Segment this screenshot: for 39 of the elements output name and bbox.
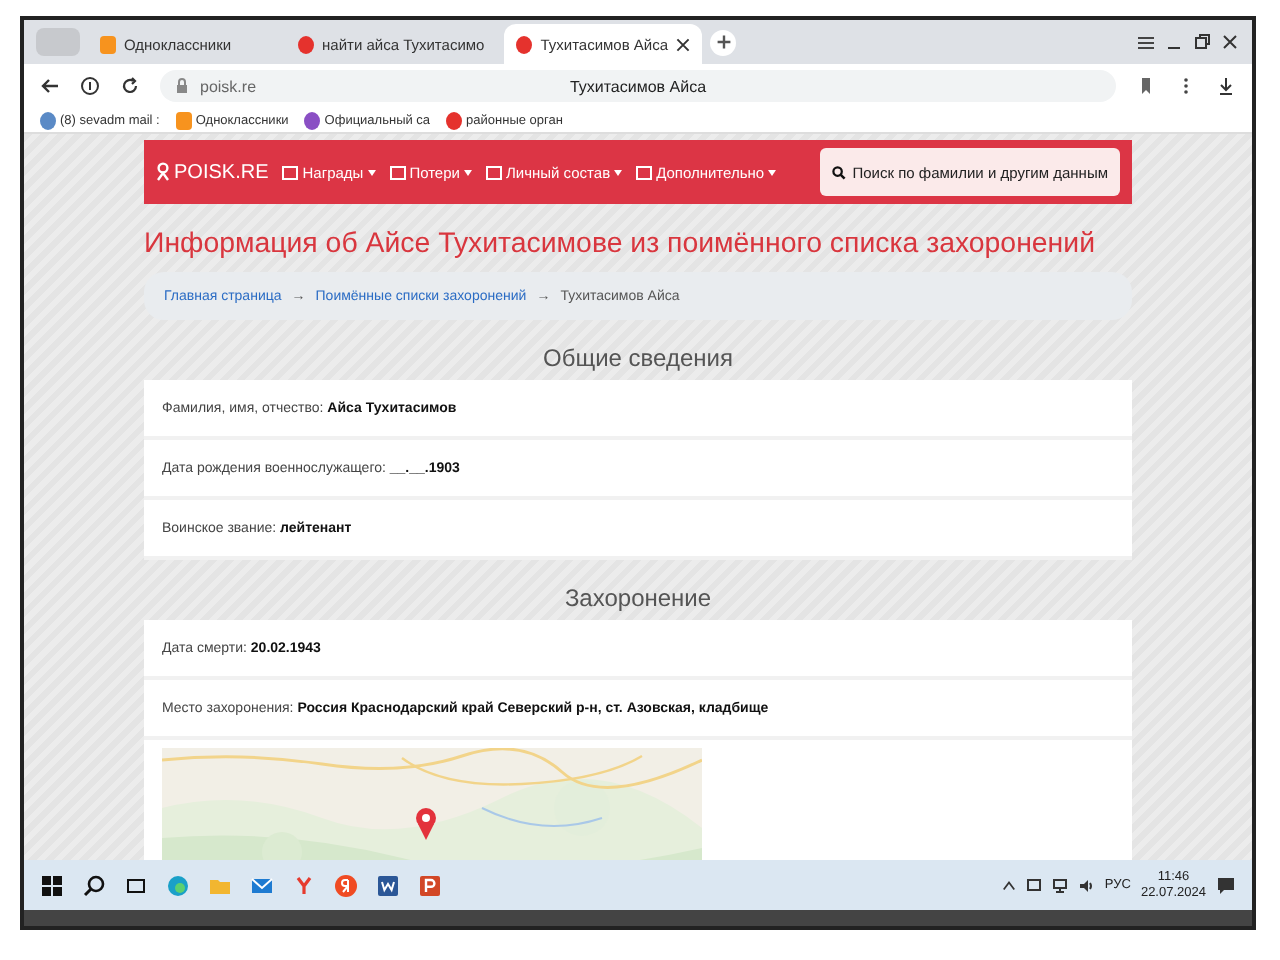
back-icon[interactable] xyxy=(40,76,60,96)
close-icon[interactable] xyxy=(676,37,691,51)
section-title: Общие сведения xyxy=(541,344,735,372)
tray-icon[interactable] xyxy=(1026,877,1043,893)
search-icon[interactable] xyxy=(82,873,106,897)
page-heading: Информация об Айсе Тухитасимове из поимённого списка захоронений xyxy=(144,228,1097,260)
document-icon[interactable] xyxy=(376,873,400,897)
download-icon[interactable] xyxy=(1216,76,1236,96)
section-title: Захоронение xyxy=(562,584,714,612)
site-logo[interactable]: POISK.RE xyxy=(156,161,269,183)
chevron-up-icon[interactable] xyxy=(1002,879,1017,891)
shield-icon[interactable] xyxy=(80,76,100,96)
plus-icon xyxy=(715,34,732,50)
bookmark-icon[interactable] xyxy=(1136,76,1156,96)
speaker-icon[interactable] xyxy=(1078,877,1095,893)
close-icon[interactable] xyxy=(1220,32,1240,52)
presentation-icon[interactable] xyxy=(418,873,442,897)
reload-icon[interactable] xyxy=(120,76,140,96)
task-view-icon[interactable] xyxy=(124,873,148,897)
page-title: Тухитасимов Айса xyxy=(569,77,707,95)
menu-item-icon xyxy=(389,165,406,179)
restore-icon[interactable] xyxy=(1192,32,1212,52)
start-icon[interactable] xyxy=(40,873,64,897)
menu-item-icon xyxy=(485,165,502,179)
site-icon xyxy=(516,35,533,53)
search-icon xyxy=(832,165,847,179)
site-icon xyxy=(100,35,116,53)
browser-icon[interactable] xyxy=(292,873,316,897)
network-icon[interactable] xyxy=(1052,877,1069,893)
lock-icon xyxy=(176,78,188,94)
site-icon xyxy=(298,35,314,53)
address-field[interactable]: poisk.re Тухитасимов Айса xyxy=(160,70,1116,102)
new-tab-button[interactable] xyxy=(710,29,737,55)
notification-icon[interactable] xyxy=(1216,875,1236,895)
menu-item-icon xyxy=(282,165,299,179)
menu-item-icon xyxy=(636,165,653,179)
browser-icon[interactable] xyxy=(334,873,358,897)
list-icon[interactable] xyxy=(1136,32,1156,52)
mail-icon[interactable] xyxy=(250,873,274,897)
